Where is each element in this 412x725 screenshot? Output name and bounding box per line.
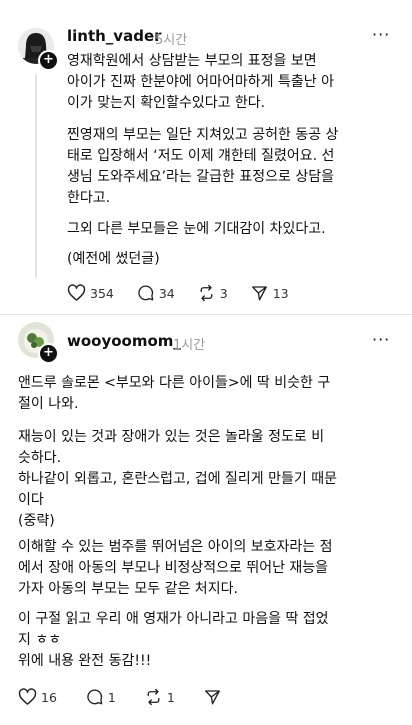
comment-count: 1 [107, 689, 116, 705]
post-actions: 16 1 1 [18, 688, 248, 706]
like-button[interactable]: 354 [67, 284, 114, 302]
repost-count: 1 [166, 689, 175, 705]
like-count: 16 [41, 689, 57, 705]
share-button[interactable] [203, 688, 226, 706]
heart-icon [18, 688, 37, 705]
repost-icon [200, 284, 213, 302]
repost-count: 3 [219, 285, 228, 301]
repost-button[interactable]: 3 [197, 284, 228, 302]
comment-bubble-icon [138, 285, 154, 301]
comment-button[interactable]: 1 [85, 688, 116, 706]
more-options-button[interactable]: ··· [372, 330, 390, 349]
username[interactable]: linth_vader [67, 27, 162, 45]
comment-bubble-icon [87, 689, 103, 705]
share-count: 13 [272, 285, 289, 301]
post-paragraph: 그외 다른 부모들은 눈에 기대감이 차있다고. [67, 221, 326, 237]
heart-icon [67, 284, 86, 301]
post-paragraph: 이해할 수 있는 범주를 뛰어넘은 아이의 보호자라는 점 에서 장애 아동의 … [18, 539, 333, 597]
comment-button[interactable]: 34 [136, 284, 175, 302]
post-paragraph: (예전에 썼던글) [67, 251, 160, 267]
post-paragraph: 앤드루 솔로몬 <부모와 다른 아이들>에 딱 비슷한 구 절이 나와. [18, 375, 331, 412]
timestamp: 1시간 [173, 338, 206, 353]
share-button[interactable]: 13 [250, 284, 289, 302]
post-paragraph: 재능이 있는 것과 장애가 있는 것은 놀라울 정도로 비 슷하다. 하나같이 … [18, 429, 337, 529]
follow-plus-icon[interactable]: + [38, 50, 59, 71]
post-actions: 354 34 3 13 [67, 284, 311, 302]
like-count: 354 [90, 285, 114, 301]
more-options-button[interactable]: ··· [372, 25, 390, 44]
timestamp: 5시간 [155, 33, 188, 48]
like-button[interactable]: 16 [18, 688, 57, 706]
send-icon [251, 286, 267, 301]
thread-post-2: + wooyoomom_ 1시간 ··· 앤드루 솔로몬 <부모와 다른 아이들… [0, 315, 412, 725]
post-paragraph: 찐영재의 부모는 일단 지쳐있고 공허한 동공 상 태로 입장해서 ‘저도 이제… [67, 127, 339, 206]
thread-post-1: + linth_vader 5시간 ··· 영재학원에서 상담받는 부모의 표정… [0, 0, 412, 313]
repost-button[interactable]: 1 [144, 688, 175, 706]
username[interactable]: wooyoomom_ [67, 332, 181, 350]
repost-icon [147, 688, 160, 706]
send-icon [204, 690, 220, 705]
comment-count: 34 [158, 285, 175, 301]
post-paragraph: 영재학원에서 상담받는 부모의 표정을 보면 아이가 진짜 한분야에 어마어마하… [67, 53, 334, 111]
follow-plus-icon[interactable]: + [38, 343, 59, 364]
thread-line [35, 74, 37, 278]
post-paragraph: 이 구절 읽고 우리 애 영재가 아니라고 마음을 딱 접었 지 ㅎㅎ 위에 내… [18, 611, 329, 669]
